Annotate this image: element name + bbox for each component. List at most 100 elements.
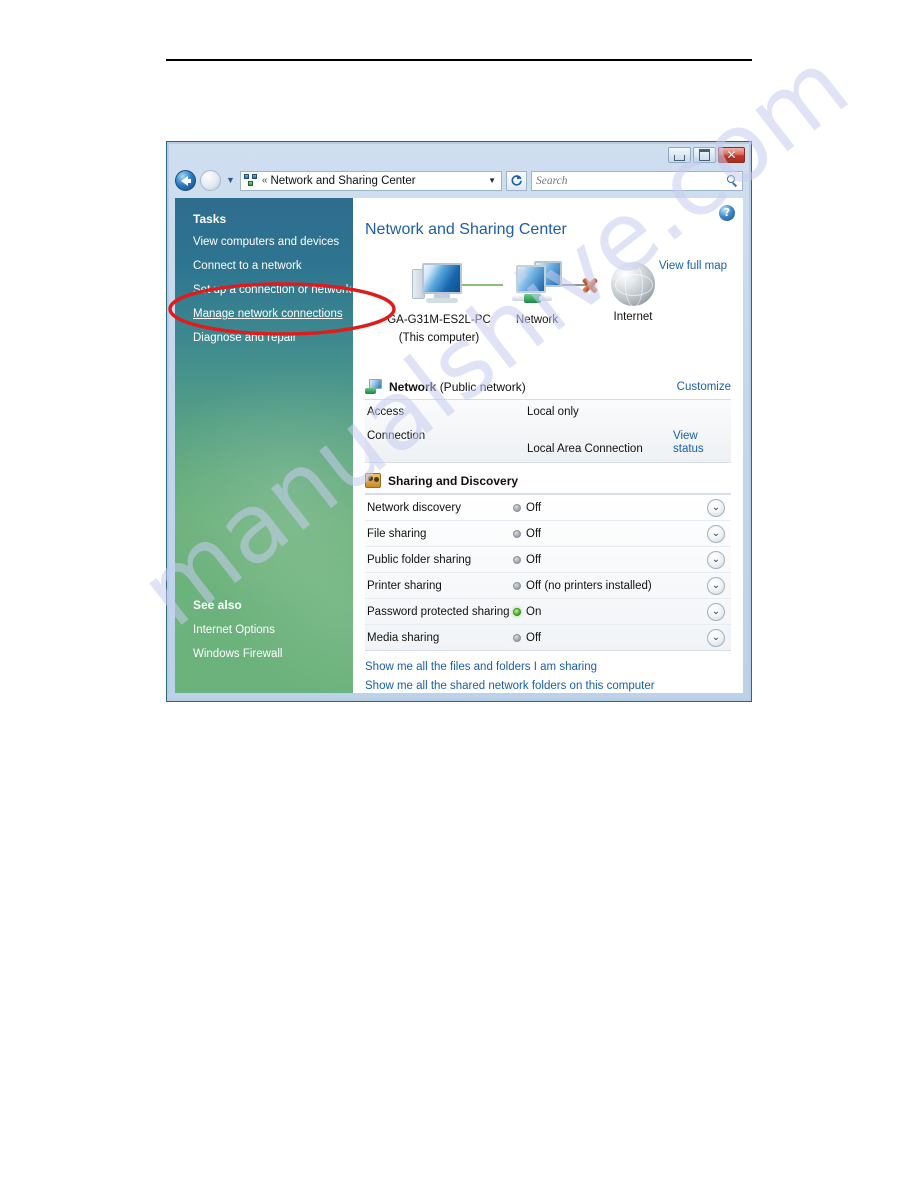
close-icon: ✕ xyxy=(726,148,737,162)
refresh-icon xyxy=(511,175,522,186)
row-value-access: Local only xyxy=(527,406,579,418)
network-cluster-icon xyxy=(510,261,564,309)
sharing-item-status: Off xyxy=(526,631,542,644)
status-indicator-on xyxy=(513,607,521,616)
globe-icon xyxy=(611,262,655,307)
list-item[interactable]: Printer sharing Off (no printers install… xyxy=(365,573,731,599)
status-indicator-off xyxy=(513,555,521,564)
computer-icon xyxy=(412,261,466,309)
chevron-down-icon[interactable]: ⌄ xyxy=(707,498,725,517)
sidebar-item-connect-to-network[interactable]: Connect to a network xyxy=(193,259,353,273)
refresh-button[interactable] xyxy=(506,170,527,191)
forward-button[interactable] xyxy=(200,170,221,191)
window-inner-frame: ✕ ▼ « Network and Sharing Center ▼ Searc… xyxy=(169,144,749,699)
network-details-table: Access Local only Connection Local Area … xyxy=(365,400,731,463)
show-shared-folders-link[interactable]: Show me all the shared network folders o… xyxy=(365,680,731,692)
sidebar-item-windows-firewall[interactable]: Windows Firewall xyxy=(193,647,282,661)
status-indicator-off xyxy=(513,503,521,512)
row-key-access: Access xyxy=(367,406,405,418)
sidebar-item-diagnose-repair[interactable]: Diagnose and repair xyxy=(193,331,353,345)
sharing-item-name: Public folder sharing xyxy=(367,553,472,566)
row-value-connection: Local Area Connection xyxy=(527,443,643,455)
sharing-icon xyxy=(365,473,381,488)
sharing-item-status: Off xyxy=(526,527,542,540)
close-button[interactable]: ✕ xyxy=(718,147,745,163)
breadcrumb[interactable]: Network and Sharing Center xyxy=(270,175,484,187)
chevron-down-icon[interactable]: ⌄ xyxy=(707,576,725,595)
sharing-item-status: Off xyxy=(526,501,542,514)
sharing-item-status: On xyxy=(526,605,542,618)
sharing-list: Network discovery Off ⌄ File sharing Off… xyxy=(365,494,731,651)
window-controls: ✕ xyxy=(668,147,745,163)
chevron-down-icon[interactable]: ▼ xyxy=(488,176,498,185)
list-item[interactable]: File sharing Off ⌄ xyxy=(365,521,731,547)
sharing-section-title: Sharing and Discovery xyxy=(388,473,519,488)
help-icon[interactable]: ? xyxy=(719,205,735,221)
tasks-section: Tasks View computers and devices Connect… xyxy=(175,198,353,345)
table-row: Connection Local Area Connection View st… xyxy=(365,424,731,462)
search-placeholder: Search xyxy=(536,174,568,187)
network-section-title: Network (Public network) xyxy=(389,380,526,394)
window-body: Tasks View computers and devices Connect… xyxy=(175,198,743,693)
status-indicator-off xyxy=(513,633,521,642)
sharing-item-status: Off (no printers installed) xyxy=(526,579,652,592)
minimize-button[interactable] xyxy=(668,147,691,163)
search-input[interactable]: Search xyxy=(531,170,743,191)
breadcrumb-overflow-icon[interactable]: « xyxy=(262,175,267,186)
show-shared-files-link[interactable]: Show me all the files and folders I am s… xyxy=(365,661,731,673)
sidebar-item-internet-options[interactable]: Internet Options xyxy=(193,623,282,637)
content-pane: ? Network and Sharing Center View full m… xyxy=(353,198,743,693)
tasks-heading: Tasks xyxy=(193,212,227,226)
maximize-icon xyxy=(699,149,710,161)
chevron-down-icon[interactable]: ⌄ xyxy=(707,524,725,543)
address-field[interactable]: « Network and Sharing Center ▼ xyxy=(239,170,502,191)
network-section-header: Network (Public network) Customize xyxy=(353,379,743,394)
history-dropdown-icon[interactable]: ▼ xyxy=(225,176,236,185)
status-indicator-off xyxy=(513,529,521,538)
minimize-icon xyxy=(674,154,685,161)
title-bar: ✕ xyxy=(169,144,749,167)
page-title: Network and Sharing Center xyxy=(365,221,567,238)
bottom-links: Show me all the files and folders I am s… xyxy=(353,651,743,692)
sharing-section-header: Sharing and Discovery xyxy=(353,473,743,488)
see-also-section: See also Internet Options Windows Firewa… xyxy=(175,598,282,671)
maximize-button[interactable] xyxy=(693,147,716,163)
explorer-window: ✕ ▼ « Network and Sharing Center ▼ Searc… xyxy=(166,141,752,702)
network-name: Network xyxy=(389,379,437,394)
chevron-down-icon[interactable]: ⌄ xyxy=(707,602,725,621)
page-header-rule xyxy=(166,59,752,61)
chevron-down-icon[interactable]: ⌄ xyxy=(707,550,725,569)
view-status-link[interactable]: View status xyxy=(673,430,731,456)
sidebar-item-setup-connection[interactable]: Set up a connection or network xyxy=(193,283,353,297)
row-key-connection: Connection xyxy=(367,430,426,442)
chevron-down-icon[interactable]: ⌄ xyxy=(707,628,725,647)
network-icon xyxy=(243,174,258,187)
list-item[interactable]: Media sharing Off ⌄ xyxy=(365,625,731,650)
address-bar: ▼ « Network and Sharing Center ▼ Search xyxy=(175,167,743,194)
network-map: GA-G31M-ES2L-PC (This computer) Network xyxy=(353,261,743,369)
map-node-internet[interactable]: Internet xyxy=(573,261,693,324)
sidebar-item-manage-network-connections[interactable]: Manage network connections xyxy=(193,307,353,321)
back-arrow-tail xyxy=(186,179,191,183)
sharing-item-status: Off xyxy=(526,553,542,566)
sharing-item-name: Media sharing xyxy=(367,631,440,644)
list-item[interactable]: Password protected sharing On ⌄ xyxy=(365,599,731,625)
map-node-computer-sublabel: (This computer) xyxy=(398,332,480,344)
map-node-internet-label: Internet xyxy=(613,311,653,323)
see-also-heading: See also xyxy=(193,598,242,612)
list-item[interactable]: Network discovery Off ⌄ xyxy=(365,495,731,521)
sharing-item-name: Password protected sharing xyxy=(367,605,510,618)
sharing-item-name: File sharing xyxy=(367,527,427,540)
tasks-sidebar: Tasks View computers and devices Connect… xyxy=(175,198,353,693)
table-row: Access Local only xyxy=(365,400,731,424)
sharing-item-name: Printer sharing xyxy=(367,579,442,592)
list-item[interactable]: Public folder sharing Off ⌄ xyxy=(365,547,731,573)
sharing-item-name: Network discovery xyxy=(367,501,461,514)
status-indicator-off xyxy=(513,581,521,590)
network-status-icon xyxy=(365,379,382,394)
customize-link[interactable]: Customize xyxy=(677,381,731,393)
sidebar-item-view-computers[interactable]: View computers and devices xyxy=(193,235,353,249)
search-icon xyxy=(726,174,738,187)
back-button[interactable] xyxy=(175,170,196,191)
network-type: (Public network) xyxy=(439,379,526,394)
